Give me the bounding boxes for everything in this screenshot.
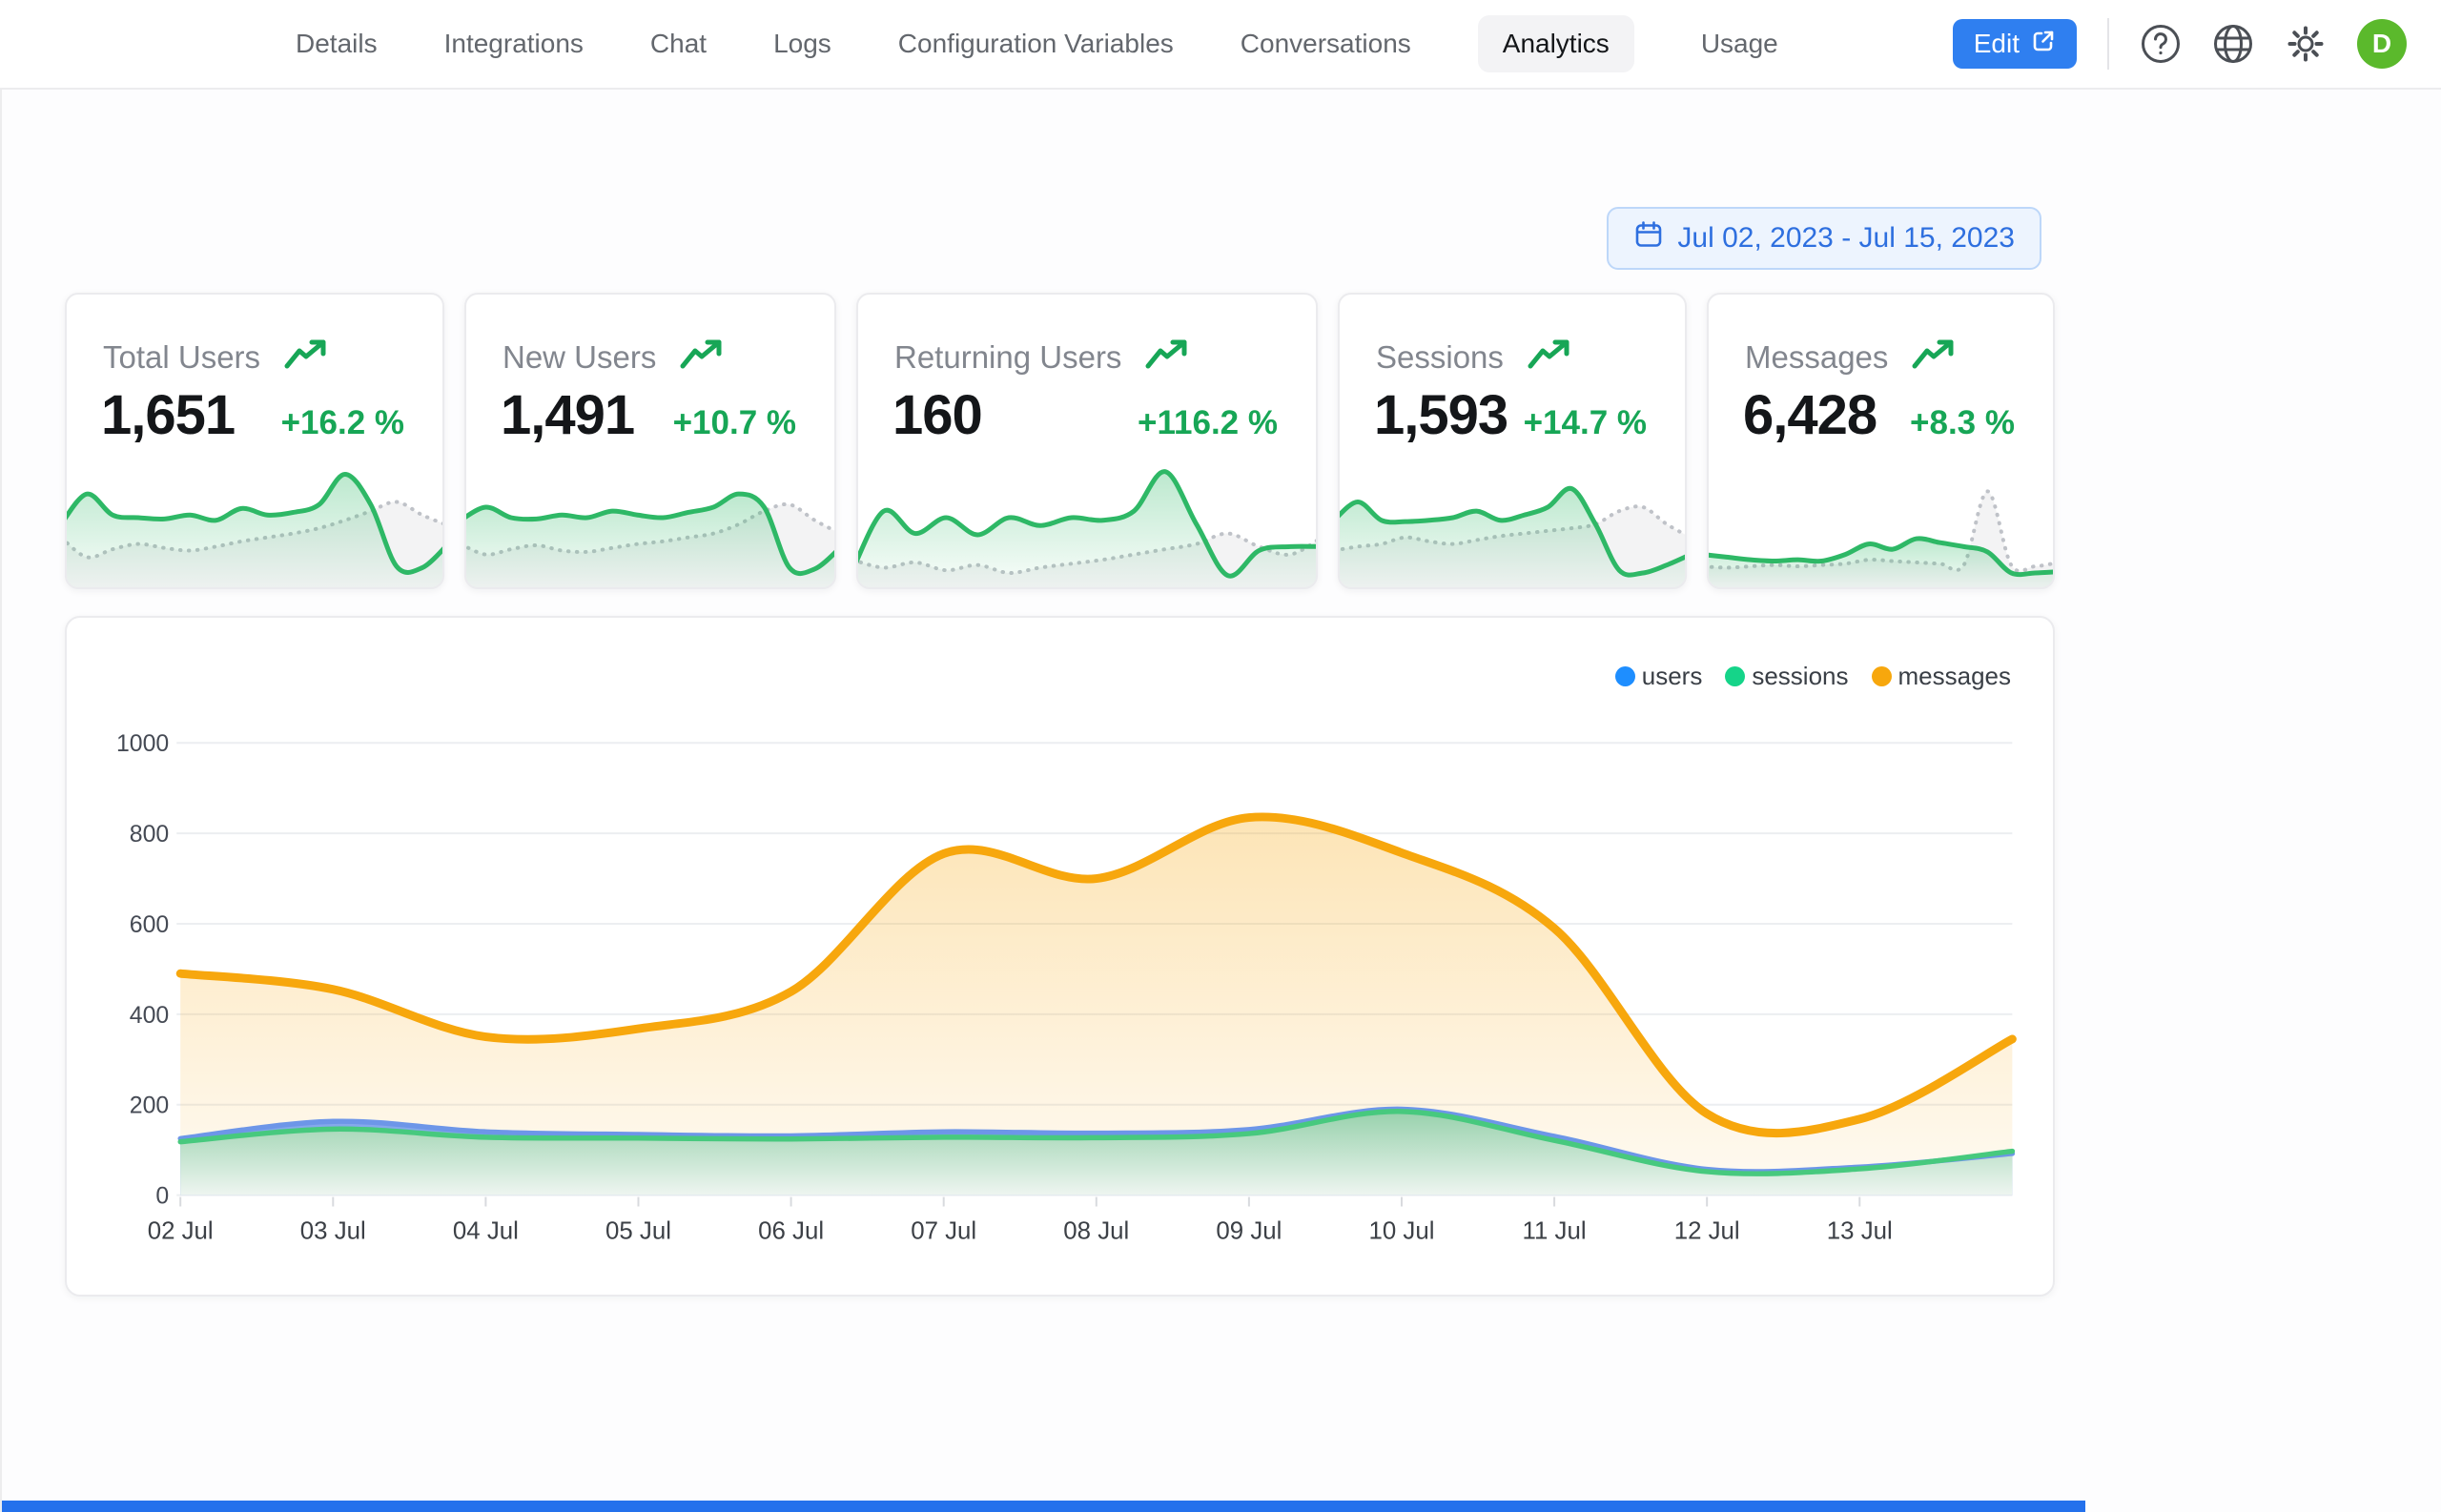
svg-text:03 Jul: 03 Jul [300, 1217, 366, 1244]
analytics-page: Jul 02, 2023 - Jul 15, 2023 Total Users … [0, 90, 2441, 1512]
trend-up-icon [283, 337, 329, 378]
trend-up-icon [1911, 337, 1957, 378]
stat-card-label: Messages [1745, 339, 1888, 376]
legend-dot-users [1615, 666, 1635, 686]
stat-card-returning-users[interactable]: Returning Users 160 +116.2 % [856, 293, 1318, 589]
tab-chat[interactable]: Chat [650, 15, 707, 72]
tab-conversations[interactable]: Conversations [1241, 15, 1411, 72]
external-link-icon [2031, 29, 2056, 60]
svg-text:10 Jul: 10 Jul [1368, 1217, 1434, 1244]
user-avatar[interactable]: D [2357, 19, 2407, 69]
settings-gear-icon[interactable] [2285, 23, 2327, 65]
svg-text:11 Jul: 11 Jul [1523, 1217, 1587, 1244]
legend-item-sessions[interactable]: sessions [1725, 662, 1848, 691]
trend-up-icon [679, 337, 725, 378]
bottom-accent-bar [2, 1501, 2085, 1512]
tab-usage[interactable]: Usage [1701, 15, 1778, 72]
edit-button-label: Edit [1974, 29, 2020, 59]
legend-label: sessions [1752, 662, 1848, 691]
svg-text:800: 800 [130, 822, 169, 848]
stat-card-label: Returning Users [894, 339, 1121, 376]
trend-up-icon [1144, 337, 1190, 378]
trend-up-icon [1527, 337, 1572, 378]
svg-text:1000: 1000 [116, 731, 169, 757]
legend-dot-sessions [1725, 666, 1745, 686]
nav-tabs: Details Integrations Chat Logs Configura… [296, 15, 1778, 72]
svg-text:09 Jul: 09 Jul [1216, 1217, 1282, 1244]
sparkline [466, 444, 834, 587]
stat-card-value: 160 [892, 383, 982, 447]
stat-card-label: New Users [503, 339, 656, 376]
help-icon[interactable] [2140, 23, 2182, 65]
legend-item-users[interactable]: users [1615, 662, 1703, 691]
sparkline [67, 444, 442, 587]
stat-card-label: Sessions [1376, 339, 1504, 376]
stat-card-change: +8.3 % [1910, 404, 2015, 442]
stat-cards-row: Total Users 1,651 +16.2 % New Users [65, 293, 2055, 589]
stat-card-change: +14.7 % [1524, 404, 1647, 442]
svg-text:02 Jul: 02 Jul [148, 1217, 214, 1244]
stat-card-change: +10.7 % [673, 404, 796, 442]
tab-integrations[interactable]: Integrations [444, 15, 584, 72]
stat-card-total-users[interactable]: Total Users 1,651 +16.2 % [65, 293, 444, 589]
tab-analytics[interactable]: Analytics [1478, 15, 1634, 72]
calendar-icon [1633, 219, 1664, 257]
legend-dot-messages [1872, 666, 1892, 686]
sparkline [1709, 444, 2053, 587]
legend-label: users [1642, 662, 1703, 691]
top-navigation: Details Integrations Chat Logs Configura… [0, 0, 2441, 90]
date-range-picker[interactable]: Jul 02, 2023 - Jul 15, 2023 [1607, 207, 2041, 270]
stat-card-sessions[interactable]: Sessions 1,593 +14.7 % [1338, 293, 1687, 589]
svg-text:08 Jul: 08 Jul [1063, 1217, 1129, 1244]
timeseries-chart-card: 0 200 400 600 800 1000 02 Jul 03 Jul 04 Jul 05 Ju… [65, 616, 2055, 1297]
legend-item-messages[interactable]: messages [1872, 662, 2012, 691]
legend-label: messages [1898, 662, 2012, 691]
svg-text:0: 0 [155, 1184, 169, 1210]
stat-card-value: 1,491 [501, 383, 634, 447]
svg-text:05 Jul: 05 Jul [605, 1217, 671, 1244]
globe-icon[interactable] [2212, 23, 2254, 65]
main-chart-svg[interactable]: 0 200 400 600 800 1000 02 Jul 03 Jul 04 Jul 05 Ju… [67, 618, 2053, 1295]
stat-card-new-users[interactable]: New Users 1,491 +10.7 % [464, 293, 836, 589]
svg-text:12 Jul: 12 Jul [1674, 1217, 1740, 1244]
svg-text:04 Jul: 04 Jul [453, 1217, 519, 1244]
stat-card-change: +16.2 % [281, 404, 404, 442]
stat-card-messages[interactable]: Messages 6,428 +8.3 % [1707, 293, 2055, 589]
nav-divider [2107, 18, 2109, 70]
svg-text:600: 600 [130, 912, 169, 938]
sparkline [858, 444, 1316, 587]
svg-text:200: 200 [130, 1093, 169, 1119]
svg-text:13 Jul: 13 Jul [1827, 1217, 1893, 1244]
stat-card-value: 1,651 [101, 383, 235, 447]
sparkline [1340, 444, 1685, 587]
svg-text:06 Jul: 06 Jul [758, 1217, 824, 1244]
svg-text:07 Jul: 07 Jul [911, 1217, 976, 1244]
stat-card-change: +116.2 % [1138, 404, 1278, 442]
stat-card-value: 1,593 [1374, 383, 1508, 447]
stat-card-value: 6,428 [1743, 383, 1877, 447]
tab-details[interactable]: Details [296, 15, 378, 72]
tab-configuration-variables[interactable]: Configuration Variables [898, 15, 1174, 72]
chart-legend: users sessions messages [1615, 662, 2011, 691]
nav-right-group: Edit [1953, 18, 2407, 70]
svg-text:400: 400 [130, 1003, 169, 1029]
date-range-label: Jul 02, 2023 - Jul 15, 2023 [1677, 222, 2015, 255]
filter-row: Jul 02, 2023 - Jul 15, 2023 [65, 90, 2055, 270]
stat-card-label: Total Users [103, 339, 260, 376]
edit-button[interactable]: Edit [1953, 19, 2077, 69]
tab-logs[interactable]: Logs [773, 15, 831, 72]
